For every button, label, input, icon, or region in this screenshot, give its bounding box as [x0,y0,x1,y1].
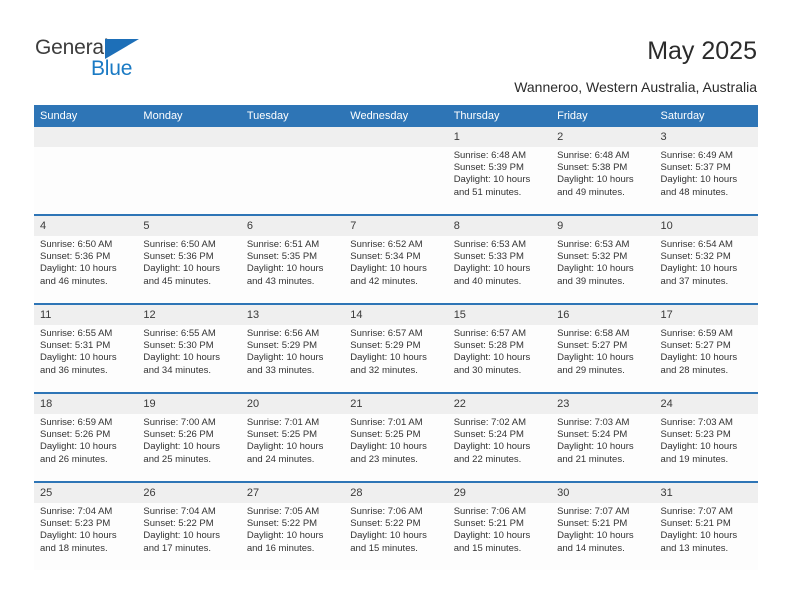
day-detail-row: Sunrise: 6:50 AM Sunset: 5:36 PM Dayligh… [34,236,758,303]
day-detail-25: Sunrise: 7:04 AM Sunset: 5:23 PM Dayligh… [34,503,138,570]
day-detail-empty [344,147,448,214]
day-number-row: 123 [34,127,758,147]
day-detail-14: Sunrise: 6:57 AM Sunset: 5:29 PM Dayligh… [344,325,448,392]
day-detail-2: Sunrise: 6:48 AM Sunset: 5:38 PM Dayligh… [551,147,655,214]
day-number-27[interactable]: 27 [240,483,345,503]
day-detail-27: Sunrise: 7:05 AM Sunset: 5:22 PM Dayligh… [240,503,345,570]
day-number-30[interactable]: 30 [551,483,655,503]
day-detail-row: Sunrise: 6:59 AM Sunset: 5:26 PM Dayligh… [34,414,758,481]
day-detail-3: Sunrise: 6:49 AM Sunset: 5:37 PM Dayligh… [654,147,758,214]
day-number-1[interactable]: 1 [447,127,552,147]
day-number-empty [240,127,345,147]
day-number-4[interactable]: 4 [34,216,138,236]
day-number-empty [34,127,138,147]
day-number-row: 18 19 20 21 22 23 24 [34,394,758,414]
general-blue-logo[interactable]: General Blue [35,36,165,84]
day-detail-16: Sunrise: 6:58 AM Sunset: 5:27 PM Dayligh… [551,325,655,392]
blue-triangle-icon [105,39,139,59]
day-detail-21: Sunrise: 7:01 AM Sunset: 5:25 PM Dayligh… [344,414,448,481]
day-detail-1: Sunrise: 6:48 AM Sunset: 5:39 PM Dayligh… [447,147,552,214]
day-detail-18: Sunrise: 6:59 AM Sunset: 5:26 PM Dayligh… [34,414,138,481]
day-detail-24: Sunrise: 7:03 AM Sunset: 5:23 PM Dayligh… [654,414,758,481]
day-detail-empty [34,147,138,214]
day-detail-6: Sunrise: 6:51 AM Sunset: 5:35 PM Dayligh… [240,236,345,303]
day-detail-row: Sunrise: 6:48 AM Sunset: 5:39 PM Dayligh… [34,147,758,214]
calendar-body: 1 2 3 Sunrise: 6:48 AM Sunset: 5:39 PM Dayl… [34,127,758,570]
day-detail-4: Sunrise: 6:50 AM Sunset: 5:36 PM Dayligh… [34,236,138,303]
day-detail-20: Sunrise: 7:01 AM Sunset: 5:25 PM Dayligh… [240,414,345,481]
day-number-9[interactable]: 9 [551,216,655,236]
weekday-header-row: Sunday Monday Tuesday Wednesday Thursday… [34,105,758,127]
weekday-header-friday: Friday [551,105,655,127]
day-number-10[interactable]: 10 [654,216,758,236]
day-detail-11: Sunrise: 6:55 AM Sunset: 5:31 PM Dayligh… [34,325,138,392]
day-detail-26: Sunrise: 7:04 AM Sunset: 5:22 PM Dayligh… [137,503,241,570]
day-number-6[interactable]: 6 [240,216,345,236]
page-subtitle: Wanneroo, Western Australia, Australia [514,79,757,95]
day-number-2[interactable]: 2 [551,127,655,147]
day-number-11[interactable]: 11 [34,305,138,325]
day-number-25[interactable]: 25 [34,483,138,503]
calendar-header-row: Sunday Monday Tuesday Wednesday Thursday… [34,105,758,127]
day-number-8[interactable]: 8 [447,216,552,236]
day-detail-30: Sunrise: 7:07 AM Sunset: 5:21 PM Dayligh… [551,503,655,570]
day-detail-empty [137,147,241,214]
day-number-14[interactable]: 14 [344,305,448,325]
day-number-28[interactable]: 28 [344,483,448,503]
day-number-16[interactable]: 16 [551,305,655,325]
page-title: May 2025 [647,37,757,65]
day-detail-28: Sunrise: 7:06 AM Sunset: 5:22 PM Dayligh… [344,503,448,570]
weekday-header-tuesday: Tuesday [240,105,345,127]
day-detail-5: Sunrise: 6:50 AM Sunset: 5:36 PM Dayligh… [137,236,241,303]
day-detail-13: Sunrise: 6:56 AM Sunset: 5:29 PM Dayligh… [240,325,345,392]
day-detail-19: Sunrise: 7:00 AM Sunset: 5:26 PM Dayligh… [137,414,241,481]
weekday-header-sunday: Sunday [34,105,138,127]
day-number-18[interactable]: 18 [34,394,138,414]
day-number-row: 4 5 6 7 8 9 10 [34,216,758,236]
day-detail-17: Sunrise: 6:59 AM Sunset: 5:27 PM Dayligh… [654,325,758,392]
day-number-29[interactable]: 29 [447,483,552,503]
day-number-13[interactable]: 13 [240,305,345,325]
calendar-grid: Sunday Monday Tuesday Wednesday Thursday… [34,105,758,570]
day-detail-7: Sunrise: 6:52 AM Sunset: 5:34 PM Dayligh… [344,236,448,303]
calendar-page: General Blue May 2025 Wanneroo, Western … [0,0,792,612]
day-number-19[interactable]: 19 [137,394,241,414]
day-number-26[interactable]: 26 [137,483,241,503]
calendar-table: Sunday Monday Tuesday Wednesday Thursday… [34,105,758,570]
day-number-24[interactable]: 24 [654,394,758,414]
day-number-20[interactable]: 20 [240,394,345,414]
day-detail-row: Sunrise: 7:04 AM Sunset: 5:23 PM Dayligh… [34,503,758,570]
day-number-22[interactable]: 22 [447,394,552,414]
day-detail-row: Sunrise: 6:55 AM Sunset: 5:31 PM Dayligh… [34,325,758,392]
day-number-5[interactable]: 5 [137,216,241,236]
logo-text-blue: Blue [91,57,133,80]
day-number-3[interactable]: 3 [654,127,758,147]
day-number-17[interactable]: 17 [654,305,758,325]
day-number-12[interactable]: 12 [137,305,241,325]
weekday-header-monday: Monday [137,105,241,127]
day-detail-10: Sunrise: 6:54 AM Sunset: 5:32 PM Dayligh… [654,236,758,303]
weekday-header-saturday: Saturday [654,105,758,127]
day-number-row: 25 26 27 28 29 30 31 [34,483,758,503]
day-detail-empty [240,147,345,214]
day-detail-31: Sunrise: 7:07 AM Sunset: 5:21 PM Dayligh… [654,503,758,570]
day-number-empty [137,127,241,147]
day-number-empty [344,127,448,147]
page-header: General Blue May 2025 Wanneroo, Western … [0,0,792,104]
day-number-15[interactable]: 15 [447,305,552,325]
day-detail-9: Sunrise: 6:53 AM Sunset: 5:32 PM Dayligh… [551,236,655,303]
day-number-21[interactable]: 21 [344,394,448,414]
weekday-header-wednesday: Wednesday [344,105,448,127]
day-detail-22: Sunrise: 7:02 AM Sunset: 5:24 PM Dayligh… [447,414,552,481]
weekday-header-thursday: Thursday [447,105,552,127]
day-detail-29: Sunrise: 7:06 AM Sunset: 5:21 PM Dayligh… [447,503,552,570]
day-number-row: 11 12 13 14 15 16 17 [34,305,758,325]
day-detail-8: Sunrise: 6:53 AM Sunset: 5:33 PM Dayligh… [447,236,552,303]
day-number-23[interactable]: 23 [551,394,655,414]
day-detail-12: Sunrise: 6:55 AM Sunset: 5:30 PM Dayligh… [137,325,241,392]
day-number-31[interactable]: 31 [654,483,758,503]
day-detail-23: Sunrise: 7:03 AM Sunset: 5:24 PM Dayligh… [551,414,655,481]
day-detail-15: Sunrise: 6:57 AM Sunset: 5:28 PM Dayligh… [447,325,552,392]
day-number-7[interactable]: 7 [344,216,448,236]
